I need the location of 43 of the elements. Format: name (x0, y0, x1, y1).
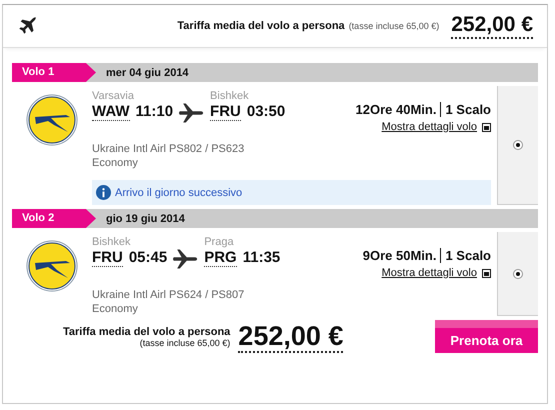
airline-logo-icon (26, 94, 78, 146)
cabin-class: Economy (92, 156, 139, 170)
airport-code: FRU (92, 249, 123, 267)
notice-text: Arrivo il giorno successivo (115, 186, 242, 198)
price: 252,00 € (238, 320, 344, 352)
taxes-note: (tasse incluse 65,00 €) (140, 338, 230, 348)
fare-label: Tariffa media del volo a persona (177, 20, 345, 32)
info-icon (96, 185, 111, 200)
arrival-time: 11:35 (242, 249, 280, 267)
popup-icon (482, 268, 491, 278)
airport-code: FRU (210, 103, 241, 121)
price: 252,00 € (451, 13, 533, 39)
city-name: Varsavia (92, 90, 135, 103)
book-button[interactable]: Prenota ora (435, 320, 538, 353)
city-name: Bishkek (210, 90, 250, 103)
stops-count: 1 Scalo (440, 248, 491, 263)
flight-duration: 9Ore 50Min. (362, 248, 436, 263)
flight-duration: 12Ore 40Min. (356, 102, 436, 117)
departure-time: 11:10 (136, 103, 174, 121)
flight-tag: Volo 1 (12, 63, 96, 82)
airport-code: PRG (204, 249, 237, 267)
details-link[interactable]: Mostra dettagli volo (382, 267, 477, 279)
arrival-time: 03:50 (246, 103, 286, 121)
airline-logo-icon (26, 240, 78, 292)
airport-code: WAW (92, 103, 130, 121)
stops-count: 1 Scalo (440, 102, 491, 117)
city-name: Bishkek (92, 236, 132, 249)
flight-date: mer 04 giu 2014 (106, 66, 189, 78)
city-name: Praga (204, 236, 235, 249)
radio-button[interactable] (513, 268, 523, 278)
departure-time: 05:45 (128, 249, 168, 267)
taxes-note: (tasse incluse 65,00 €) (348, 21, 440, 31)
fare-label: Tariffa media del volo a persona (63, 326, 230, 338)
airplane-icon (178, 102, 204, 124)
airline-flight-numbers: Ukraine Intl Airl PS802 / PS623 (92, 142, 246, 156)
popup-icon (482, 122, 491, 132)
cabin-class: Economy (92, 302, 139, 316)
radio-button[interactable] (513, 140, 523, 150)
airline-flight-numbers: Ukraine Intl Airl PS624 / PS807 (92, 288, 246, 302)
flight-tag: Volo 2 (12, 209, 96, 228)
airplane-icon (172, 248, 198, 270)
details-link[interactable]: Mostra dettagli volo (382, 121, 477, 133)
flight-date: gio 19 giu 2014 (106, 212, 185, 224)
